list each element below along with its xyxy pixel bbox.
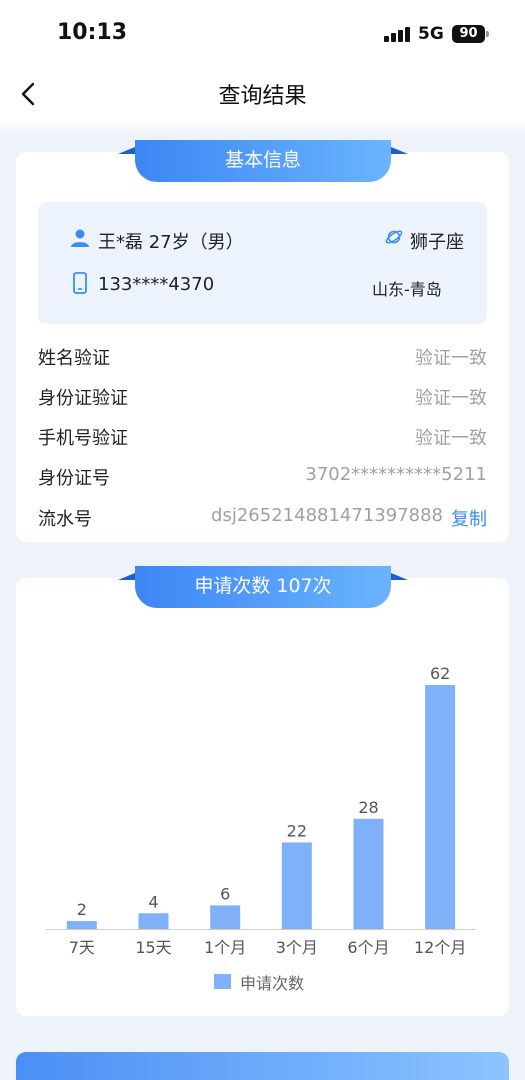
nav-bar: 查询结果 xyxy=(0,70,525,120)
profile-box: 王*磊 27岁（男） 狮子座 133****4370 山东-青岛 xyxy=(38,202,487,324)
bar-data-label: 22 xyxy=(287,821,307,840)
row-value: 验证一致 xyxy=(415,348,487,369)
x-tick-label: 3个月 xyxy=(276,938,318,957)
signal-icon xyxy=(384,26,412,42)
chart-bar xyxy=(210,905,241,929)
serial-number: dsj265214881471397888 xyxy=(211,505,443,526)
application-card: 申请次数 107次 2 7天 4 15天 6 1个月 22 3个月 28 6个月 62 12个月 申请… xyxy=(16,566,509,1016)
battery-tip xyxy=(486,31,489,37)
x-tick-label: 7天 xyxy=(69,938,95,957)
person-name-age: 王*磊 27岁（男） xyxy=(98,232,244,253)
copy-button[interactable]: 复制 xyxy=(451,505,487,531)
phone-number: 133****4370 xyxy=(98,274,215,295)
x-tick-label: 12个月 xyxy=(414,938,466,957)
region: 山东-青岛 xyxy=(372,280,442,299)
battery-icon: 90 xyxy=(452,25,485,43)
row-value: 验证一致 xyxy=(415,428,487,449)
row-label: 手机号验证 xyxy=(38,428,128,449)
chart-bar xyxy=(138,913,169,929)
section-ribbon: 基本信息 xyxy=(118,140,408,182)
planet-icon xyxy=(384,227,404,247)
status-time: 10:13 xyxy=(57,20,128,45)
page-title: 查询结果 xyxy=(218,84,307,109)
person-icon xyxy=(70,228,90,248)
zodiac-sign: 狮子座 xyxy=(410,232,464,253)
verify-row-id: 身份证验证 验证一致 xyxy=(38,380,487,410)
bar-data-label: 28 xyxy=(358,798,378,817)
network-type: 5G xyxy=(418,24,444,44)
chart-bar xyxy=(281,842,312,929)
bar-data-label: 4 xyxy=(148,892,158,911)
status-bar: 10:13 5G 90 xyxy=(0,0,525,70)
chart-bar xyxy=(353,818,384,929)
phone-icon xyxy=(73,272,87,294)
next-section-card xyxy=(16,1052,509,1080)
basic-info-card: 基本信息 王*磊 27岁（男） 狮子座 133****4370 山东-青岛 姓名… xyxy=(16,140,509,542)
chart-bar xyxy=(66,921,97,929)
serial-row: 流水号 dsj265214881471397888 复制 xyxy=(38,501,487,531)
row-label: 身份证号 xyxy=(38,468,110,489)
bar-data-label: 6 xyxy=(220,884,230,903)
x-tick-label: 1个月 xyxy=(204,938,246,957)
row-value: 3702**********5211 xyxy=(305,464,487,485)
row-label: 姓名验证 xyxy=(38,348,110,369)
verify-row-phone: 手机号验证 验证一致 xyxy=(38,420,487,450)
id-number-row: 身份证号 3702**********5211 xyxy=(38,460,487,490)
row-value: 验证一致 xyxy=(415,388,487,409)
row-label: 身份证验证 xyxy=(38,388,128,409)
row-label: 流水号 xyxy=(38,509,92,530)
x-tick-label: 6个月 xyxy=(347,938,389,957)
legend-swatch xyxy=(214,974,231,989)
legend-label: 申请次数 xyxy=(240,974,305,993)
x-tick-label: 15天 xyxy=(135,938,171,957)
bar-data-label: 62 xyxy=(430,664,450,683)
section-title: 基本信息 xyxy=(135,140,391,182)
bar-data-label: 2 xyxy=(77,900,87,919)
chart-bar xyxy=(425,685,456,929)
verify-row-name: 姓名验证 验证一致 xyxy=(38,340,487,370)
bar-chart: 2 7天 4 15天 6 1个月 22 3个月 28 6个月 62 12个月 xyxy=(46,664,476,957)
